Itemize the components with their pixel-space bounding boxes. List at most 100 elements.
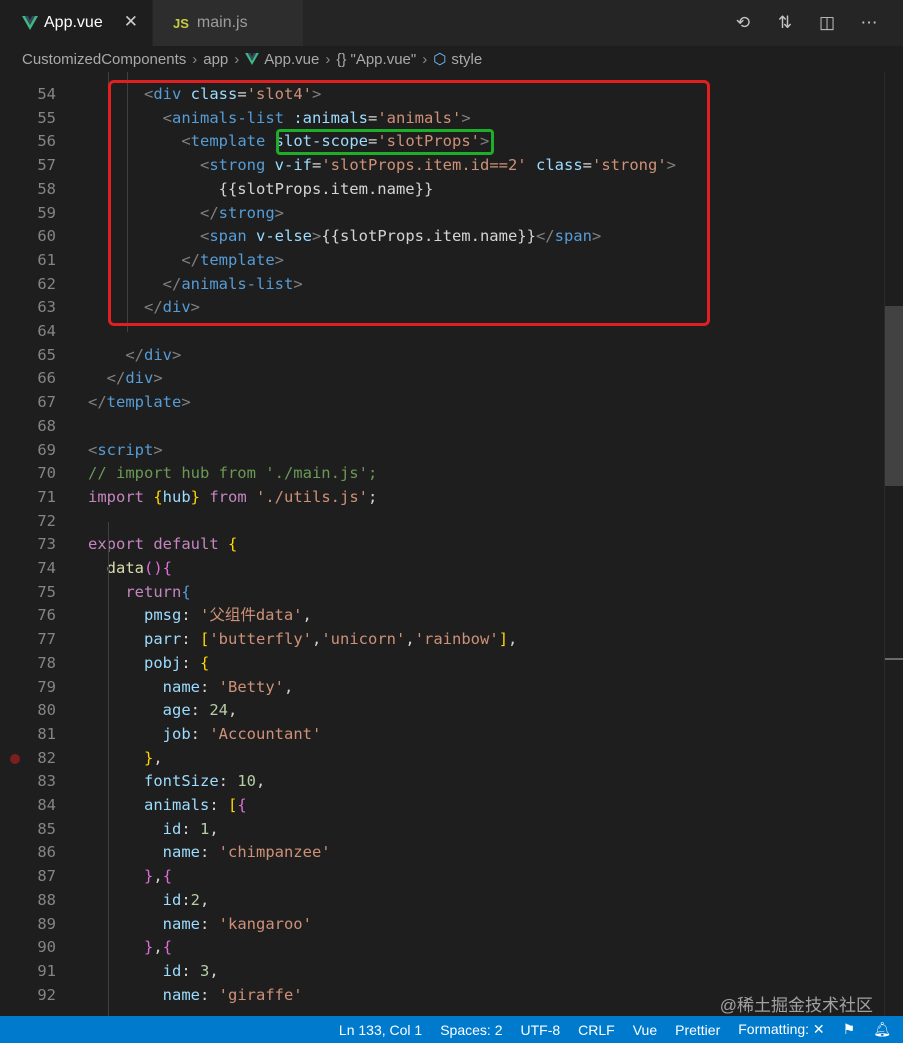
split-editor-icon[interactable]: ◫ <box>815 13 839 33</box>
code-token: , <box>209 819 219 838</box>
code-line[interactable]: 80 age: 24, <box>0 698 885 722</box>
vue-icon <box>22 16 38 30</box>
code-token: : <box>181 890 191 909</box>
chevron-right-icon: › <box>192 50 198 68</box>
code-token: fontSize <box>144 772 219 791</box>
code-token: : <box>181 819 200 838</box>
code-token: 'kangaroo' <box>218 914 312 933</box>
status-indentation[interactable]: Spaces: 2 <box>440 1022 502 1038</box>
code-line[interactable]: 70 // import hub from './main.js'; <box>0 461 885 485</box>
line-number: 57 <box>37 156 56 175</box>
code-line[interactable]: 76 pmsg: '父组件data', <box>0 603 885 627</box>
timeline-icon[interactable]: ⟲ <box>731 13 755 33</box>
code-line[interactable]: 74 data(){ <box>0 556 885 580</box>
code-text: parr: ['butterfly','unicorn','rainbow'], <box>88 627 517 651</box>
code-token: , <box>508 630 518 649</box>
breakpoint-icon[interactable] <box>10 754 20 764</box>
line-number: 73 <box>37 535 56 554</box>
line-number: 77 <box>37 630 56 649</box>
code-line[interactable]: 89 name: 'kangaroo' <box>0 912 885 936</box>
breadcrumb-file[interactable]: App.vue <box>264 51 319 68</box>
code-line[interactable]: 81 job: 'Accountant' <box>0 722 885 746</box>
code-line[interactable]: 87 },{ <box>0 864 885 888</box>
code-line[interactable]: 82 }, <box>0 746 885 770</box>
code-line[interactable]: 77 parr: ['butterfly','unicorn','rainbow… <box>0 627 885 651</box>
code-token: name <box>162 677 200 696</box>
code-line[interactable]: 72 <box>0 509 885 533</box>
code-token: : <box>199 914 219 933</box>
code-line[interactable]: 83 fontSize: 10, <box>0 769 885 793</box>
status-eol[interactable]: CRLF <box>578 1022 615 1038</box>
code-line[interactable]: 90 },{ <box>0 935 885 959</box>
chevron-right-icon: › <box>422 50 428 68</box>
code-token: : <box>199 677 219 696</box>
breadcrumb-symbol[interactable]: {} "App.vue" <box>336 51 416 68</box>
status-formatting[interactable]: Formatting: ✕ <box>738 1021 824 1038</box>
code-token: 'Betty' <box>218 677 284 696</box>
line-number: 67 <box>37 393 56 412</box>
code-text: data(){ <box>88 556 172 580</box>
code-line[interactable]: 84 animals: [{ <box>0 793 885 817</box>
code-token: name <box>162 985 200 1004</box>
code-line[interactable]: 73 export default { <box>0 532 885 556</box>
tab-app-vue[interactable]: App.vue ✕ <box>0 0 152 46</box>
code-line[interactable]: 65 </div> <box>0 343 885 367</box>
tab-main-js[interactable]: JS main.js <box>152 0 303 46</box>
code-line[interactable]: 91 id: 3, <box>0 959 885 983</box>
status-encoding[interactable]: UTF-8 <box>520 1022 560 1038</box>
chevron-right-icon: › <box>325 50 331 68</box>
code-line[interactable]: 71 import {hub} from './utils.js'; <box>0 485 885 509</box>
code-token: , <box>405 630 415 649</box>
code-token: , <box>200 890 210 909</box>
scrollbar-thumb[interactable] <box>885 306 903 486</box>
code-token: < <box>88 440 98 459</box>
compare-changes-icon[interactable]: ⇅ <box>773 13 797 33</box>
code-text: // import hub from './main.js'; <box>88 461 377 485</box>
code-token: template <box>106 393 182 412</box>
line-number: 59 <box>37 203 56 222</box>
line-number: 80 <box>37 701 56 720</box>
code-token: , <box>312 630 322 649</box>
code-line[interactable]: 66 </div> <box>0 366 885 390</box>
code-line[interactable]: 68 <box>0 414 885 438</box>
breadcrumb-folder[interactable]: app <box>203 51 228 68</box>
status-cursor-position[interactable]: Ln 133, Col 1 <box>339 1022 422 1038</box>
code-line[interactable]: 69 <script> <box>0 438 885 462</box>
code-token: > <box>153 369 163 388</box>
more-actions-icon[interactable]: ⋯ <box>857 13 881 33</box>
breadcrumb-folder[interactable]: CustomizedComponents <box>22 51 186 68</box>
code-token: pmsg <box>144 606 182 625</box>
code-line[interactable]: 78 pobj: { <box>0 651 885 675</box>
close-icon[interactable]: ✕ <box>124 12 138 32</box>
code-token: 'rainbow' <box>414 630 499 649</box>
code-token: 'unicorn' <box>321 630 406 649</box>
code-token: } <box>190 487 201 506</box>
code-token: } <box>144 938 154 957</box>
code-line[interactable]: 67 </template> <box>0 390 885 414</box>
line-number: 66 <box>37 369 56 388</box>
editor-actions: ⟲ ⇅ ◫ ⋯ <box>731 0 903 46</box>
line-number: 85 <box>37 819 56 838</box>
code-text: }, <box>88 746 163 770</box>
line-number: 78 <box>37 653 56 672</box>
feedback-icon[interactable]: ⚑ <box>843 1021 856 1038</box>
line-number: 58 <box>37 179 56 198</box>
breadcrumb-symbol[interactable]: style <box>451 51 482 68</box>
status-prettier[interactable]: Prettier <box>675 1022 720 1038</box>
line-number: 88 <box>37 890 56 909</box>
code-line[interactable]: 79 name: 'Betty', <box>0 675 885 699</box>
code-token: './utils.js' <box>256 487 368 506</box>
code-line[interactable]: 88 id:2, <box>0 888 885 912</box>
code-line[interactable]: 85 id: 1, <box>0 817 885 841</box>
code-line[interactable]: 86 name: 'chimpanzee' <box>0 840 885 864</box>
line-number: 68 <box>37 416 56 435</box>
line-number: 75 <box>37 582 56 601</box>
vertical-scrollbar[interactable] <box>884 72 903 1016</box>
line-number: 64 <box>37 322 56 340</box>
bell-icon[interactable]: 🔔︎ <box>873 1021 891 1038</box>
code-line[interactable]: 75 return{ <box>0 580 885 604</box>
status-language[interactable]: Vue <box>633 1022 657 1038</box>
